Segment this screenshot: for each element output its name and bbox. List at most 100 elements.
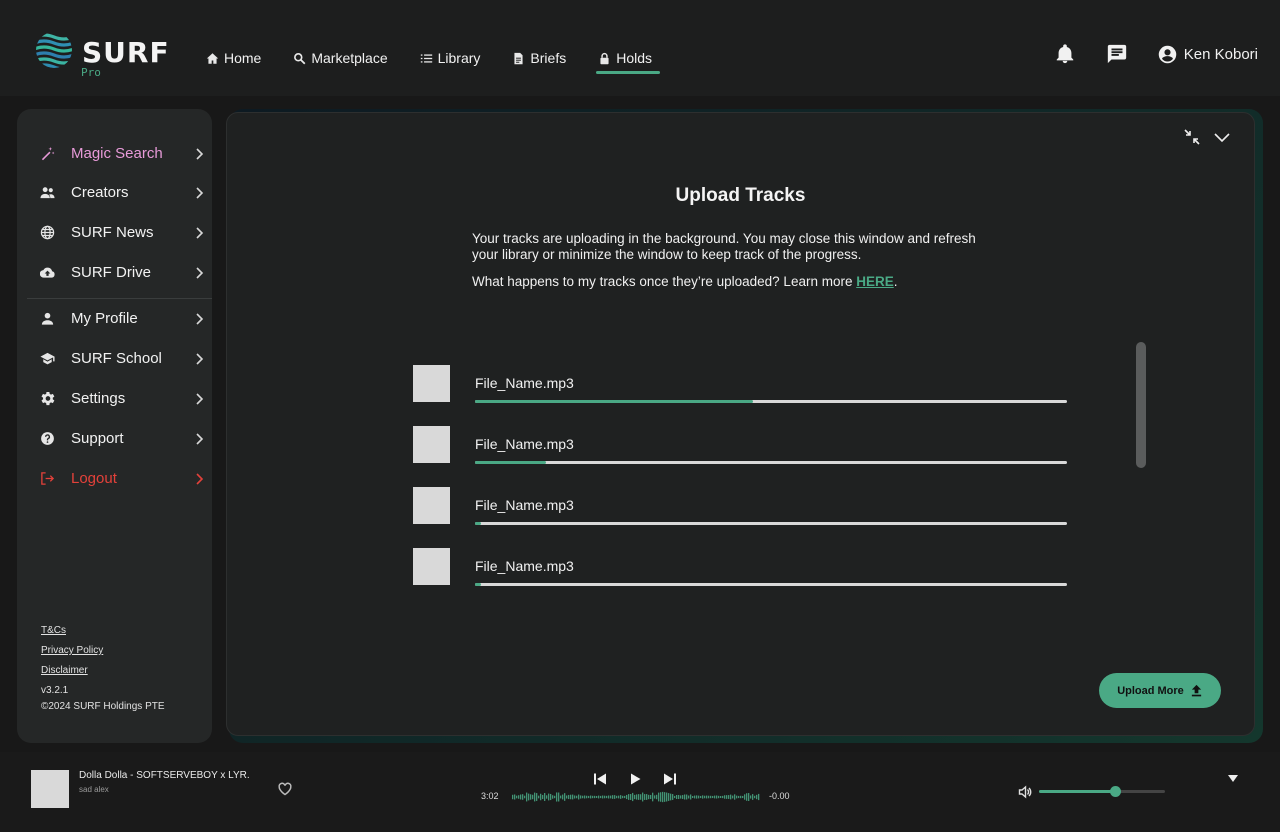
playback-controls <box>592 771 677 786</box>
upload-track-row: File_Name.mp3 <box>413 365 1068 405</box>
play-icon <box>630 773 640 784</box>
version-label: v3.2.1 <box>41 685 69 696</box>
sidebar-item-label: Support <box>71 429 124 447</box>
notifications-button[interactable] <box>1053 42 1077 66</box>
next-button[interactable] <box>662 771 677 786</box>
nav-briefs-label: Briefs <box>530 50 567 66</box>
expand-player-button[interactable] <box>1228 770 1238 782</box>
upload-progress-bar <box>475 400 1067 403</box>
document-icon <box>514 52 523 64</box>
chevron-right-icon <box>195 186 205 199</box>
play-button[interactable] <box>627 771 642 786</box>
minimize-button[interactable] <box>1182 127 1202 147</box>
sidebar-divider <box>27 298 212 299</box>
upload-tracks-panel: Upload Tracks Your tracks are uploading … <box>226 112 1255 736</box>
privacy-policy-link[interactable]: Privacy Policy <box>41 645 165 656</box>
track-file-name: File_Name.mp3 <box>475 375 574 391</box>
nav-library[interactable]: Library <box>420 46 480 70</box>
chevron-right-icon <box>195 312 205 325</box>
upload-more-button[interactable]: Upload More <box>1099 673 1221 708</box>
sidebar-item-magic-search[interactable]: Magic Search <box>27 137 207 169</box>
messages-button[interactable] <box>1105 42 1129 66</box>
panel-controls <box>1182 127 1232 147</box>
user-menu[interactable]: Ken Kobori <box>1157 44 1258 65</box>
upload-progress-fill <box>475 583 481 586</box>
upload-progress-fill <box>475 400 754 403</box>
help-icon <box>40 431 55 446</box>
nav-holds[interactable]: Holds <box>596 46 660 74</box>
volume-slider[interactable] <box>1039 786 1165 797</box>
sidebar-item-label: SURF School <box>71 349 162 367</box>
favorite-button[interactable] <box>278 782 292 796</box>
nav-briefs[interactable]: Briefs <box>512 46 566 70</box>
sidebar-item-surf-news[interactable]: SURF News <box>27 216 207 248</box>
gear-icon <box>40 391 55 406</box>
heart-icon <box>278 782 292 796</box>
logo-pro-label: Pro <box>81 66 101 79</box>
previous-button[interactable] <box>592 771 607 786</box>
learn-more-suffix: . <box>893 274 898 289</box>
user-name: Ken Kobori <box>1183 45 1258 63</box>
nav-home-label: Home <box>224 50 262 66</box>
disclaimer-link[interactable]: Disclaimer <box>41 665 165 676</box>
chat-icon <box>1107 44 1126 64</box>
chevron-right-icon <box>195 392 205 405</box>
tcs-link[interactable]: T&Cs <box>41 625 165 636</box>
main-nav: Home Marketplace Library Briefs Holds <box>206 46 684 74</box>
learn-more-text: What happens to my tracks once they’re u… <box>472 274 898 289</box>
nav-marketplace-label: Marketplace <box>311 50 388 66</box>
track-file-name: File_Name.mp3 <box>475 497 574 513</box>
sidebar-item-settings[interactable]: Settings <box>27 382 207 414</box>
track-list-scrollbar[interactable] <box>1136 342 1146 468</box>
logout-icon <box>40 471 55 486</box>
dropdown-button[interactable] <box>1212 127 1232 147</box>
nav-marketplace[interactable]: Marketplace <box>293 46 388 70</box>
remaining-time: -0.00 <box>769 791 790 801</box>
sidebar-item-label: Logout <box>71 469 117 487</box>
surf-logo[interactable]: SURF Pro <box>36 32 169 80</box>
player-artist: sad alex <box>79 785 109 794</box>
header-actions: Ken Kobori <box>1053 42 1258 66</box>
volume-button[interactable] <box>1018 785 1032 799</box>
nav-holds-label: Holds <box>616 50 653 66</box>
learn-more-link[interactable]: HERE <box>856 274 894 289</box>
sidebar-item-support[interactable]: Support <box>27 422 207 454</box>
track-thumbnail <box>413 487 450 524</box>
sidebar-item-logout[interactable]: Logout <box>27 462 207 494</box>
track-file-name: File_Name.mp3 <box>475 436 574 452</box>
player-track-title: Dolla Dolla - SOFTSERVEBOY x LYR... <box>79 770 249 781</box>
top-bar: SURF Pro Home Marketplace Library Briefs… <box>0 0 1280 96</box>
search-icon <box>294 52 306 64</box>
upload-progress-bar <box>475 583 1067 586</box>
track-thumbnail <box>413 426 450 463</box>
chevron-right-icon <box>195 352 205 365</box>
sidebar: Magic Search Creators SURF News SURF Dri… <box>17 109 212 743</box>
waveform-seek-bar[interactable] <box>512 790 760 804</box>
lock-icon <box>600 52 609 64</box>
globe-icon <box>40 225 55 240</box>
upload-progress-fill <box>475 522 481 525</box>
chevron-down-icon <box>1214 133 1230 143</box>
chevron-right-icon <box>195 226 205 239</box>
sidebar-item-surf-drive[interactable]: SURF Drive <box>27 256 207 288</box>
skip-next-icon <box>663 773 676 784</box>
sidebar-item-label: Settings <box>71 389 126 407</box>
people-icon <box>40 185 55 200</box>
track-thumbnail <box>413 548 450 585</box>
upload-track-row: File_Name.mp3 <box>413 426 1068 466</box>
sidebar-item-surf-school[interactable]: SURF School <box>27 342 207 374</box>
sidebar-item-my-profile[interactable]: My Profile <box>27 302 207 334</box>
chevron-right-icon <box>195 147 205 160</box>
upload-track-row: File_Name.mp3 <box>413 548 1068 588</box>
audio-player: Dolla Dolla - SOFTSERVEBOY x LYR... sad … <box>0 752 1280 832</box>
volume-slider-knob[interactable] <box>1109 786 1121 797</box>
sidebar-item-label: SURF News <box>71 223 154 241</box>
chevron-right-icon <box>195 266 205 279</box>
sidebar-item-label: Magic Search <box>71 144 163 162</box>
nav-home[interactable]: Home <box>206 46 261 70</box>
upload-description: Your tracks are uploading in the backgro… <box>472 231 976 262</box>
skip-previous-icon <box>593 773 606 784</box>
copyright-label: ©2024 SURF Holdings PTE <box>41 701 165 712</box>
sidebar-item-creators[interactable]: Creators <box>27 176 207 208</box>
home-icon <box>206 52 219 64</box>
